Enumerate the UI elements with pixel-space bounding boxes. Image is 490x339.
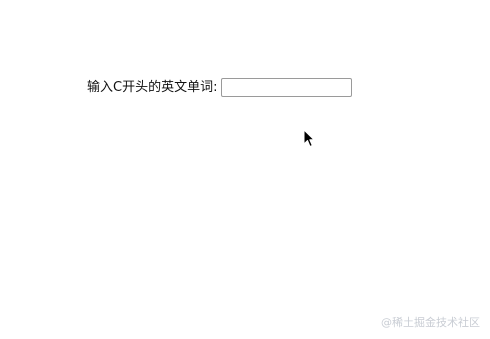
mouse-pointer-icon — [303, 129, 315, 147]
word-input[interactable] — [221, 78, 353, 97]
page: 输入C开头的英文单词: @稀土掘金技术社区 — [0, 0, 490, 339]
word-form-row: 输入C开头的英文单词: — [87, 77, 353, 98]
word-input-label: 输入C开头的英文单词: — [87, 80, 218, 95]
watermark: @稀土掘金技术社区 — [381, 316, 480, 329]
